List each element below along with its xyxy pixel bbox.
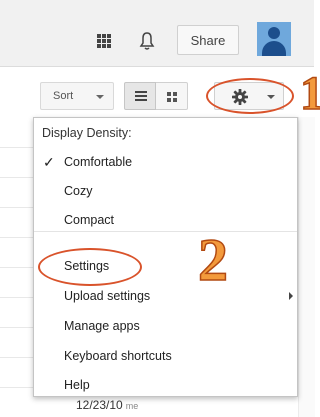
menu-item-label: Compact [64, 213, 115, 227]
menu-item-label: Help [64, 378, 90, 392]
chevron-right-icon [289, 292, 293, 300]
list-item-date: 12/23/10 me [76, 398, 138, 412]
menu-item-label: Comfortable [64, 155, 133, 169]
menu-item-label: Upload settings [64, 289, 151, 303]
menu-item-upload-settings[interactable]: Upload settings [34, 281, 297, 311]
menu-item-label: Manage apps [64, 319, 140, 333]
file-list-background [0, 117, 33, 417]
notifications-bell-icon[interactable] [139, 31, 155, 51]
menu-item-label: Cozy [64, 184, 93, 198]
menu-item-help[interactable]: Help [34, 370, 297, 400]
checkmark-icon: ✓ [43, 154, 55, 170]
annotation-step-1: 1 [299, 67, 320, 120]
menu-separator [34, 231, 297, 232]
grid-view-button[interactable] [156, 82, 188, 110]
annotation-circle-settings [38, 248, 142, 286]
sort-label: Sort [53, 90, 74, 102]
annotation-step-2: 2 [197, 227, 229, 293]
list-scroll-area [298, 117, 315, 417]
share-button[interactable]: Share [177, 25, 239, 55]
display-density-header: Display Density: [42, 126, 132, 140]
sort-button[interactable]: Sort [40, 82, 114, 110]
menu-item-keyboard-shortcuts[interactable]: Keyboard shortcuts [34, 341, 297, 371]
annotation-circle-gear [206, 78, 294, 114]
list-view-button[interactable] [124, 82, 156, 110]
top-bar: Share [0, 0, 314, 67]
avatar[interactable] [257, 22, 291, 56]
menu-item-comfortable[interactable]: ✓ Comfortable [34, 147, 297, 177]
menu-item-label: Keyboard shortcuts [64, 349, 172, 363]
menu-item-manage-apps[interactable]: Manage apps [34, 311, 297, 341]
modified-by: me [125, 401, 139, 411]
modified-date: 12/23/10 [76, 398, 123, 412]
chevron-down-icon [96, 95, 104, 99]
apps-grid-icon[interactable] [97, 34, 111, 48]
menu-item-cozy[interactable]: Cozy [34, 176, 297, 206]
